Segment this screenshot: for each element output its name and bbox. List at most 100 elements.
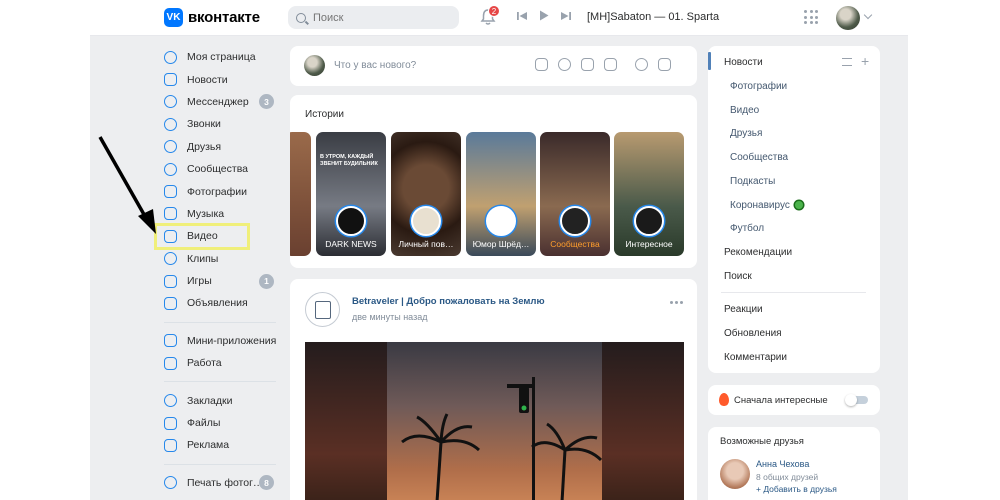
composer-input[interactable]: Что у вас нового? (334, 60, 416, 71)
rmenu-divider (721, 292, 866, 293)
nav-item-work[interactable]: Работа (164, 352, 284, 374)
search-box[interactable] (288, 6, 459, 29)
bookmarks-icon (164, 394, 177, 408)
rmenu-item-news[interactable]: Новости (724, 57, 763, 68)
post-author-avatar[interactable] (305, 292, 340, 327)
nav-item-label: Работа (187, 357, 222, 370)
nav-item-files[interactable]: Файлы (164, 412, 284, 434)
nav-item-ads[interactable]: Реклама (164, 434, 284, 456)
story-label: Личный пов… (398, 239, 454, 249)
stories-title: Истории (305, 109, 344, 120)
rmenu-item-communities[interactable]: Сообщества (730, 152, 788, 163)
lock-icon[interactable] (658, 58, 671, 71)
games-icon (164, 274, 177, 288)
rmenu-item-coronavirus[interactable]: Коронавирус (730, 200, 803, 211)
stories-block: Истории В УТРОМ, КАЖДЫЙ ЗВЕНИТ БУДИЛЬНИК… (290, 95, 697, 268)
story-card[interactable]: В УТРОМ, КАЖДЫЙ ЗВЕНИТ БУДИЛЬНИК DARK NE… (316, 132, 386, 256)
nav-item-label: Печать фотог… (187, 476, 264, 489)
nav-item-label: Игры (187, 275, 212, 288)
nav-divider (164, 381, 276, 383)
rmenu-item-comments[interactable]: Комментарии (724, 352, 787, 363)
friend-avatar[interactable] (720, 459, 750, 489)
profile-avatar[interactable] (836, 6, 860, 30)
nav-divider (164, 321, 276, 323)
story-banner: В УТРОМ, КАЖДЫЙ ЗВЕНИТ БУДИЛЬНИК (320, 154, 378, 167)
current-track-title[interactable]: [MH]Sabaton — 01. Sparta (587, 11, 719, 23)
rmenu-item-updates[interactable]: Обновления (724, 328, 782, 339)
photo-print-count-badge: 8 (259, 475, 274, 491)
nav-item-photo-print[interactable]: Печать фотог… 8 (164, 472, 284, 494)
virus-icon (794, 201, 803, 210)
play-icon[interactable] (539, 10, 549, 21)
right-feed-menu: Новости + Фотографии Видео Друзья Сообще… (708, 46, 880, 373)
rmenu-item-search[interactable]: Поиск (724, 271, 752, 282)
more-options-icon[interactable] (670, 301, 683, 304)
story-avatar (560, 206, 590, 236)
rmenu-item-friends[interactable]: Друзья (730, 128, 762, 139)
filter-icon[interactable] (842, 58, 852, 66)
story-avatar (486, 206, 516, 236)
skip-forward-icon[interactable] (561, 11, 571, 21)
rmenu-item-label: Коронавирус (730, 200, 790, 211)
active-indicator (708, 52, 711, 70)
feed-post: Betraveler | Добро пожаловать на Землю д… (290, 279, 697, 500)
interesting-first-toggle-row[interactable]: Сначала интересные (708, 385, 880, 415)
ads-icon (164, 438, 177, 452)
nav-divider (164, 463, 276, 465)
story-avatar (634, 206, 664, 236)
nav-item-label: Объявления (187, 297, 248, 310)
text-format-icon[interactable] (604, 58, 617, 71)
music-note-icon[interactable] (581, 58, 594, 71)
search-input[interactable] (313, 11, 443, 24)
friend-name[interactable]: Анна Чехова (756, 459, 809, 469)
media-side-blur (305, 342, 387, 500)
nav-item-games[interactable]: Игры 1 (164, 270, 284, 292)
nav-item-mini-apps[interactable]: Мини-приложения (164, 330, 284, 352)
nav-item-classifieds[interactable]: Объявления (164, 292, 284, 314)
story-card[interactable]: Сообщества (540, 132, 610, 256)
search-icon (296, 12, 306, 23)
possible-friends-title[interactable]: Возможные друзья (720, 436, 804, 447)
skip-back-icon[interactable] (517, 11, 527, 21)
nav-item-label: Реклама (187, 439, 230, 452)
video-play-icon[interactable] (558, 58, 571, 71)
mutual-friends-count: 8 общих друзей (756, 472, 819, 482)
add-friend-button[interactable]: + Добавить в друзья (756, 484, 837, 494)
print-icon (164, 476, 177, 490)
composer-tools (535, 58, 671, 71)
rmenu-item-football[interactable]: Футбол (730, 223, 764, 234)
interesting-first-toggle[interactable] (845, 394, 868, 406)
story-avatar (411, 206, 441, 236)
story-card[interactable]: Юмор Шрёд… (466, 132, 536, 256)
rmenu-item-podcasts[interactable]: Подкасты (730, 176, 775, 187)
rmenu-item-recommendations[interactable]: Рекомендации (724, 247, 792, 258)
apps-grid-icon[interactable] (804, 10, 818, 24)
music-player-controls (517, 10, 571, 21)
rmenu-item-photos[interactable]: Фотографии (730, 81, 787, 92)
games-count-badge: 1 (259, 273, 274, 289)
post-author-name[interactable]: Betraveler | Добро пожаловать на Землю (352, 296, 545, 307)
story-card-partial[interactable] (290, 132, 311, 256)
camera-icon[interactable] (535, 58, 548, 71)
apps-icon (164, 334, 177, 348)
post-composer: Что у вас нового? (290, 46, 697, 86)
post-media-video[interactable] (305, 342, 684, 500)
work-icon (164, 356, 177, 370)
notifications-badge: 2 (488, 5, 500, 17)
chevron-down-icon[interactable] (863, 10, 873, 20)
media-side-blur (602, 342, 684, 500)
story-card[interactable]: Интересное (614, 132, 684, 256)
plus-icon[interactable]: + (861, 54, 869, 68)
nav-item-label: Мини-приложения (187, 334, 277, 347)
nav-item-bookmarks[interactable]: Закладки (164, 389, 284, 411)
messenger-count-badge: 3 (259, 94, 274, 110)
possible-friends: Возможные друзья Анна Чехова 8 общих дру… (708, 427, 880, 500)
story-card[interactable]: Личный пов… (391, 132, 461, 256)
story-label: Сообщества (550, 239, 600, 249)
rmenu-item-reactions[interactable]: Реакции (724, 304, 763, 315)
post-timestamp[interactable]: две минуты назад (352, 312, 427, 322)
story-label: Юмор Шрёд… (472, 239, 530, 249)
rmenu-item-video[interactable]: Видео (730, 105, 759, 116)
lightbulb-icon[interactable] (635, 58, 648, 71)
files-icon (164, 416, 177, 430)
